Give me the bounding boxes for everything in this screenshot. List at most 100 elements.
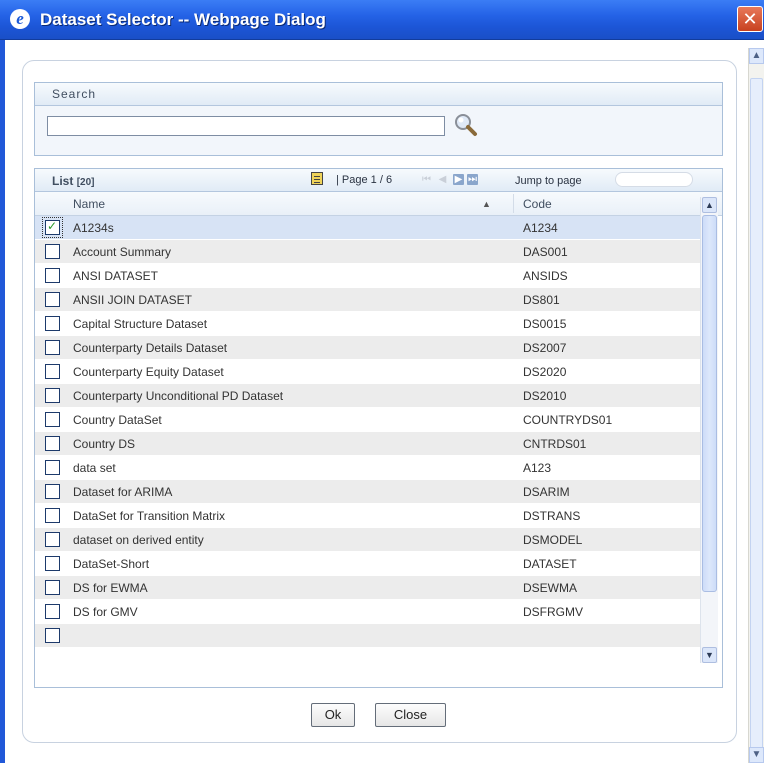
row-code: DS801: [523, 293, 560, 307]
row-name: DS for GMV: [73, 605, 138, 619]
column-header-code[interactable]: Code: [523, 197, 552, 211]
close-button[interactable]: Close: [375, 703, 446, 727]
list-row[interactable]: data set A123: [35, 456, 700, 480]
row-code: DS2010: [523, 389, 567, 403]
title-bar: e Dataset Selector -- Webpage Dialog ✕: [0, 0, 764, 40]
row-checkbox[interactable]: [45, 364, 60, 379]
column-header-row: Name ▲ Code: [35, 192, 722, 216]
sort-ascending-icon[interactable]: ▲: [482, 199, 491, 209]
row-name: Country DS: [73, 437, 136, 451]
row-checkbox[interactable]: [45, 580, 60, 595]
row-checkbox[interactable]: [45, 412, 60, 427]
row-name: ANSII JOIN DATASET: [73, 293, 192, 307]
page-indicator: | Page 1 / 6: [336, 174, 393, 186]
list-title-label: List: [52, 174, 74, 188]
row-code: A1234: [523, 221, 558, 235]
last-page-icon[interactable]: ⏭: [467, 174, 478, 185]
search-section: Search: [34, 82, 723, 156]
list-scrollbar[interactable]: ▲ ▼: [700, 197, 718, 663]
row-checkbox[interactable]: [45, 460, 60, 475]
row-checkbox[interactable]: [45, 316, 60, 331]
list-row[interactable]: DS for GMV DSFRGMV: [35, 600, 700, 624]
list-row[interactable]: DS for EWMA DSEWMA: [35, 576, 700, 600]
page-scrollbar[interactable]: ▲ ▼: [748, 48, 764, 763]
ok-button[interactable]: Ok: [311, 703, 355, 727]
page-list-icon[interactable]: [311, 172, 323, 185]
list-row[interactable]: A1234s A1234: [35, 216, 700, 240]
row-checkbox[interactable]: [45, 340, 60, 355]
list-title: List [20]: [52, 174, 94, 188]
row-code: DS2020: [523, 365, 567, 379]
row-name: Capital Structure Dataset: [73, 317, 208, 331]
row-code: DSEWMA: [523, 581, 577, 595]
column-header-name[interactable]: Name: [73, 197, 105, 211]
row-code: DS2007: [523, 341, 567, 355]
list-scroll-down-icon[interactable]: ▼: [702, 647, 717, 663]
list-row[interactable]: Dataset for ARIMA DSARIM: [35, 480, 700, 504]
search-input[interactable]: [47, 116, 445, 136]
next-page-icon[interactable]: ▶: [453, 174, 464, 185]
window-frame-left: [0, 40, 5, 763]
row-checkbox[interactable]: [45, 628, 60, 643]
row-checkbox[interactable]: [45, 219, 60, 235]
magnifier-icon[interactable]: [453, 112, 479, 138]
column-divider: [513, 194, 514, 213]
row-name: Counterparty Details Dataset: [73, 341, 228, 355]
row-checkbox[interactable]: [45, 604, 60, 619]
row-code: ANSIDS: [523, 269, 568, 283]
list-row[interactable]: [35, 624, 700, 648]
internet-explorer-icon: e: [10, 9, 30, 29]
search-header: Search: [35, 83, 722, 106]
row-checkbox[interactable]: [45, 484, 60, 499]
previous-page-icon[interactable]: ◀: [437, 174, 448, 185]
row-checkbox[interactable]: [45, 244, 60, 259]
row-code: DAS001: [523, 245, 568, 259]
list-row[interactable]: Country DataSet COUNTRYDS01: [35, 408, 700, 432]
page-scroll-up-icon[interactable]: ▲: [749, 48, 764, 64]
row-checkbox[interactable]: [45, 508, 60, 523]
list-section: List [20] | Page 1 / 6 ⏮ ◀ ▶ ⏭ Jump to p…: [34, 168, 723, 688]
list-row[interactable]: Counterparty Equity Dataset DS2020: [35, 360, 700, 384]
row-checkbox[interactable]: [45, 292, 60, 307]
list-row[interactable]: Counterparty Unconditional PD Dataset DS2…: [35, 384, 700, 408]
list-row[interactable]: Country DS CNTRDS01: [35, 432, 700, 456]
row-code: DSARIM: [523, 485, 570, 499]
list-scroll-up-icon[interactable]: ▲: [702, 197, 717, 213]
list-row[interactable]: DataSet-Short DATASET: [35, 552, 700, 576]
page-scroll-thumb[interactable]: [750, 78, 763, 758]
row-checkbox[interactable]: [45, 436, 60, 451]
row-name: DataSet for Transition Matrix: [73, 509, 226, 523]
row-name: Dataset for ARIMA: [73, 485, 173, 499]
list-row[interactable]: ANSI DATASET ANSIDS: [35, 264, 700, 288]
row-name: Country DataSet: [73, 413, 162, 427]
list-row[interactable]: ANSII JOIN DATASET DS801: [35, 288, 700, 312]
row-checkbox[interactable]: [45, 556, 60, 571]
first-page-icon[interactable]: ⏮: [421, 174, 432, 185]
list-row[interactable]: Capital Structure Dataset DS0015: [35, 312, 700, 336]
row-code: DATASET: [523, 557, 577, 571]
list-row[interactable]: DataSet for Transition Matrix DSTRANS: [35, 504, 700, 528]
row-code: DSFRGMV: [523, 605, 583, 619]
row-code: COUNTRYDS01: [523, 413, 613, 427]
row-name: dataset on derived entity: [73, 533, 204, 547]
row-code: DS0015: [523, 317, 567, 331]
window-close-button[interactable]: ✕: [737, 6, 763, 32]
list-scroll-thumb[interactable]: [702, 215, 717, 592]
row-checkbox[interactable]: [45, 268, 60, 283]
list-row[interactable]: Counterparty Details Dataset DS2007: [35, 336, 700, 360]
row-name: Account Summary: [73, 245, 172, 259]
row-name: A1234s: [73, 221, 114, 235]
row-name: Counterparty Unconditional PD Dataset: [73, 389, 284, 403]
list-row[interactable]: dataset on derived entity DSMODEL: [35, 528, 700, 552]
row-checkbox[interactable]: [45, 532, 60, 547]
row-name: DS for EWMA: [73, 581, 148, 595]
row-name: Counterparty Equity Dataset: [73, 365, 224, 379]
window-title: Dataset Selector -- Webpage Dialog: [40, 10, 326, 29]
page-scroll-down-icon[interactable]: ▼: [749, 747, 764, 763]
row-name: data set: [73, 461, 116, 475]
jump-to-page-input[interactable]: [615, 172, 693, 187]
row-checkbox[interactable]: [45, 388, 60, 403]
row-code: DSMODEL: [523, 533, 583, 547]
list-count: [20]: [76, 177, 95, 188]
list-row[interactable]: Account Summary DAS001: [35, 240, 700, 264]
